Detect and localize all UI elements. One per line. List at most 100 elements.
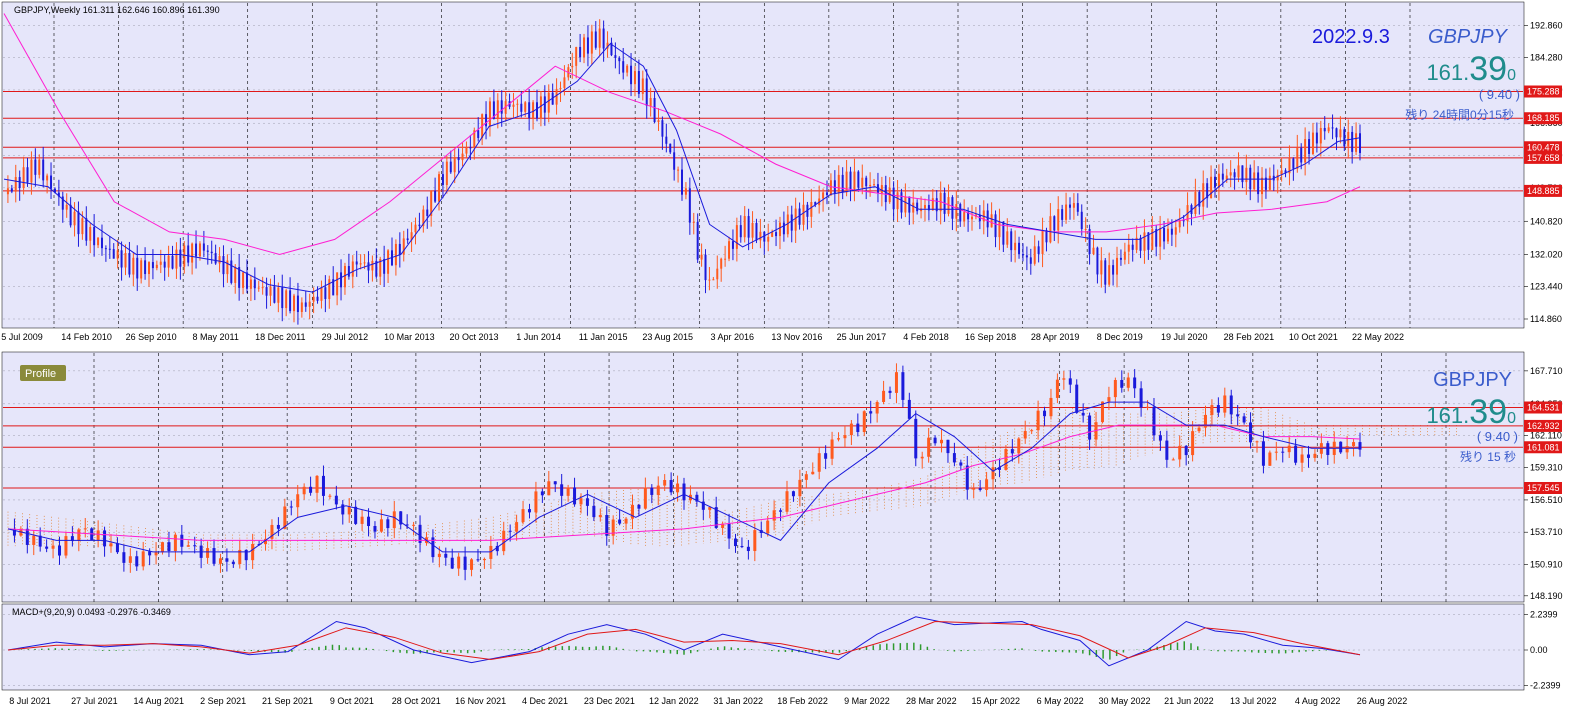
candle-body [586,37,589,54]
candle-body [437,553,441,558]
candle-body [661,120,664,137]
candle-body [532,102,535,119]
candle-body [132,257,135,275]
candle-body [434,190,437,202]
candle-body [148,551,152,556]
candle-body [50,175,53,189]
candle-body [285,290,288,309]
candle-body [392,511,396,529]
weekly-time-axis: 5 Jul 2009 14 Feb 2010 26 Sep 2010 8 May 20… [1,332,1404,342]
candle-body [916,202,919,212]
candle-body [665,136,668,144]
candle-body [367,262,370,271]
price-tag-label: 161.081 [1527,442,1560,452]
candle-body [97,237,100,246]
candle-body [465,147,468,154]
candle-body [225,558,229,562]
candle-body [171,255,174,269]
candle-body [583,37,586,58]
candle-body [340,272,343,288]
candle-body [1184,445,1188,456]
candle-body [700,254,703,260]
time-tick-label: 28 Apr 2019 [1031,332,1080,342]
candle-body [1133,377,1137,389]
candle-body [692,221,695,223]
candle-body [1292,158,1295,169]
daily-time-axis: 8 Jul 2021 27 Jul 2021 14 Aug 2021 2 Sep 20… [9,696,1407,706]
candle-body [892,187,895,210]
candle-body [779,510,783,512]
macd-tick-label: 0.00 [1530,645,1548,655]
time-tick-label: 29 Jul 2012 [322,332,369,342]
candle-body [1104,260,1107,285]
candle-body [875,402,879,414]
candle-body [112,249,115,259]
candle-body [269,286,272,296]
candle-body [1088,229,1091,255]
candle-body [347,506,351,515]
candle-body [363,262,366,264]
candle-body [334,495,338,505]
candle-body [940,439,944,444]
candle-body [406,238,409,241]
candle-body [785,491,789,512]
candle-body [637,71,640,94]
candle-body [1014,242,1017,251]
candle-body [315,475,319,493]
candle-body [1029,257,1032,264]
candle-body [85,218,88,241]
candle-body [1075,384,1079,413]
candle-body [712,279,715,281]
candle-body [1257,172,1260,195]
candle-body [515,522,519,532]
candle-body [42,159,45,181]
price-tick-label: 192.860 [1530,20,1563,30]
candle-body [998,221,1001,238]
candle-body [1203,414,1207,428]
candle-body [663,480,667,486]
candle-body [324,287,327,300]
candle-body [681,169,683,195]
time-tick-label: 4 Aug 2022 [1295,696,1341,706]
time-tick-label: 30 May 2022 [1098,696,1150,706]
macd-tick-label: -2.2399 [1530,680,1561,690]
price-tag-label: 148.885 [1527,186,1560,196]
candle-body [824,453,828,459]
candle-body [753,530,757,552]
candle-body [77,211,80,235]
candle-body [837,174,840,194]
candle-body [751,222,754,238]
daily-remaining-time: 残り 15 秒 [1460,450,1516,464]
candle-body [206,548,210,558]
candle-body [1335,128,1338,138]
candle-body [927,437,931,457]
candle-body [195,243,198,257]
candle-body [923,205,926,209]
candle-body [614,55,617,58]
candle-body [869,184,872,187]
candle-body [1304,139,1307,163]
candle-body [1174,227,1177,235]
candle-body [767,236,770,242]
candle-body [720,258,723,269]
candle-body [1352,442,1356,447]
candle-body [952,453,956,463]
time-tick-label: 14 Feb 2010 [61,332,112,342]
candle-body [441,174,444,186]
candle-body [222,256,225,275]
candle-body [1300,454,1304,463]
candle-body [193,545,197,547]
time-tick-label: 28 Mar 2022 [906,696,957,706]
time-tick-label: 28 Feb 2021 [1224,332,1275,342]
candle-body [653,97,656,123]
candle-body [69,204,72,226]
candle-body [677,169,680,171]
candle-body [1339,441,1343,453]
time-tick-label: 31 Jan 2022 [713,696,763,706]
candle-body [151,262,154,269]
candle-body [1131,244,1134,250]
candle-body [32,535,36,545]
macd-tick-label: 2.2399 [1530,610,1558,620]
candle-body [553,481,557,485]
candle-body [1216,405,1220,413]
